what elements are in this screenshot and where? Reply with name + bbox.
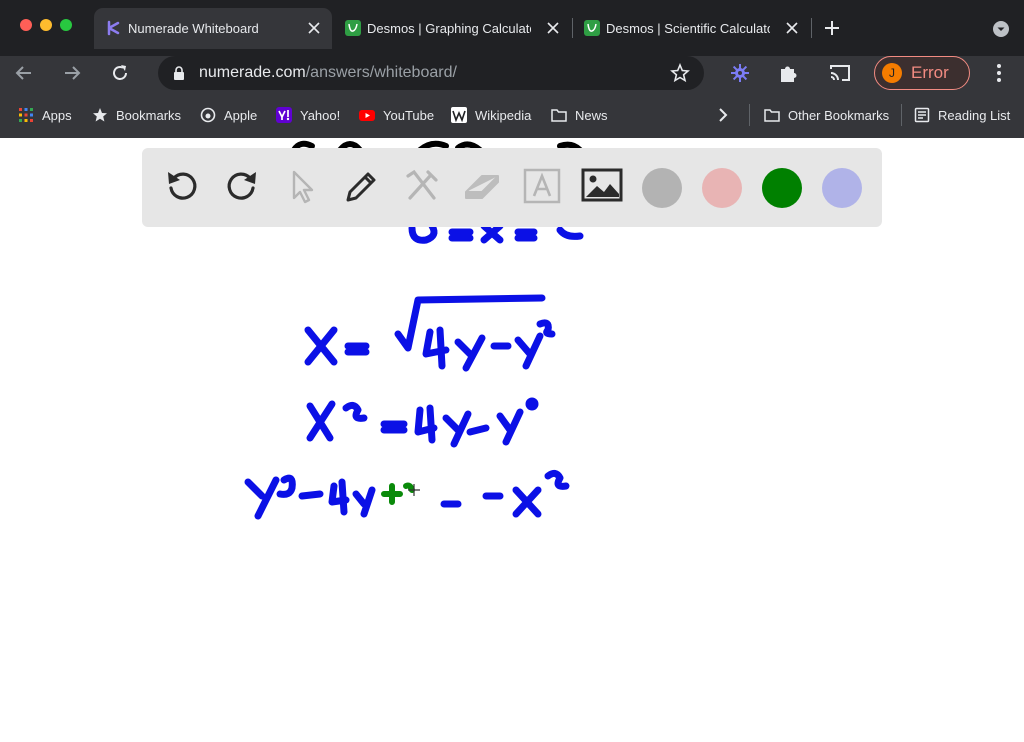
menu-kebab-icon[interactable] bbox=[992, 62, 1006, 84]
bookmark-apple[interactable]: Apple bbox=[200, 105, 257, 125]
apps-grid-icon bbox=[19, 108, 33, 122]
extension-gear-icon[interactable] bbox=[730, 63, 750, 83]
minimize-window-button[interactable] bbox=[40, 19, 52, 31]
bookmark-bookmarks[interactable]: Bookmarks bbox=[92, 105, 181, 125]
tab-label: Numerade Whiteboard bbox=[128, 21, 259, 36]
bookmark-divider bbox=[749, 104, 750, 126]
numerade-logo-icon bbox=[107, 20, 120, 36]
bookmark-yahoo[interactable]: Yahoo! bbox=[276, 105, 340, 125]
zoom-window-button[interactable] bbox=[60, 19, 72, 31]
bookmark-label: Bookmarks bbox=[116, 107, 182, 123]
bookmark-wikipedia[interactable]: Wikipedia bbox=[451, 105, 531, 125]
folder-icon bbox=[764, 109, 780, 122]
green-ink-strokes bbox=[381, 482, 415, 505]
eraser-icon[interactable] bbox=[460, 164, 504, 208]
profile-status-label: Error bbox=[911, 63, 949, 82]
profile-error-button[interactable]: J Error bbox=[874, 56, 970, 90]
reading-list[interactable]: Reading List bbox=[914, 105, 1010, 125]
lock-icon[interactable] bbox=[173, 66, 185, 80]
chevron-right-icon[interactable] bbox=[716, 107, 730, 123]
youtube-icon bbox=[359, 110, 375, 121]
undo-icon[interactable] bbox=[160, 164, 204, 208]
color-swatch-green[interactable] bbox=[762, 168, 802, 208]
back-icon[interactable] bbox=[13, 62, 35, 84]
whiteboard-canvas[interactable] bbox=[0, 138, 1024, 742]
new-tab-icon[interactable] bbox=[822, 18, 842, 38]
yahoo-icon bbox=[276, 107, 292, 123]
close-tab-icon[interactable] bbox=[304, 18, 324, 38]
bookmark-label: Apps bbox=[42, 107, 72, 123]
color-swatch-lavender[interactable] bbox=[822, 168, 862, 208]
url-domain: numerade.com bbox=[199, 64, 306, 81]
text-tool-icon[interactable] bbox=[520, 164, 564, 208]
bookmark-label: YouTube bbox=[383, 107, 435, 123]
apple-icon bbox=[200, 107, 216, 123]
cast-icon[interactable] bbox=[828, 62, 852, 84]
bookmark-divider bbox=[901, 104, 902, 126]
bookmark-label: News bbox=[575, 107, 608, 123]
address-bar[interactable]: numerade.com/answers/whiteboard/ bbox=[158, 56, 704, 90]
tab-divider bbox=[811, 18, 812, 38]
desmos-logo-icon bbox=[584, 20, 600, 36]
tab-numerade-whiteboard[interactable]: Numerade Whiteboard bbox=[94, 8, 332, 49]
tab-label: Desmos | Scientific Calculato bbox=[606, 21, 770, 36]
pen-icon[interactable] bbox=[340, 164, 384, 208]
other-bookmarks[interactable]: Other Bookmarks bbox=[764, 105, 889, 125]
tools-icon[interactable] bbox=[400, 164, 444, 208]
bookmark-apps[interactable]: Apps bbox=[18, 105, 72, 125]
bookmark-label: Apple bbox=[224, 107, 258, 123]
forward-icon[interactable] bbox=[61, 62, 83, 84]
bookmark-star-icon[interactable] bbox=[670, 63, 690, 83]
avatar: J bbox=[882, 63, 902, 83]
bookmark-label: Yahoo! bbox=[300, 107, 341, 123]
url-text[interactable]: numerade.com/answers/whiteboard/ bbox=[199, 64, 457, 82]
color-swatch-pink[interactable] bbox=[702, 168, 742, 208]
close-tab-icon[interactable] bbox=[543, 18, 563, 38]
redo-icon[interactable] bbox=[220, 164, 264, 208]
close-window-button[interactable] bbox=[20, 19, 32, 31]
tab-search-icon[interactable] bbox=[992, 20, 1010, 38]
reading-list-label: Reading List bbox=[938, 107, 1011, 123]
image-icon[interactable] bbox=[580, 164, 624, 208]
extensions-puzzle-icon[interactable] bbox=[777, 62, 799, 84]
browser-chrome: Numerade Whiteboard Desmos | Graphing Ca… bbox=[0, 0, 1024, 138]
close-tab-icon[interactable] bbox=[782, 18, 802, 38]
wikipedia-icon bbox=[451, 107, 467, 123]
bookmark-youtube[interactable]: YouTube bbox=[359, 105, 434, 125]
blue-ink-strokes bbox=[244, 222, 584, 520]
color-swatch-gray[interactable] bbox=[642, 168, 682, 208]
bookmark-label: Wikipedia bbox=[475, 107, 532, 123]
tab-desmos-scientific[interactable]: Desmos | Scientific Calculato bbox=[572, 8, 810, 49]
tab-desmos-graphing[interactable]: Desmos | Graphing Calculato bbox=[333, 8, 571, 49]
bookmark-news[interactable]: News bbox=[551, 105, 608, 125]
tab-strip: Numerade Whiteboard Desmos | Graphing Ca… bbox=[0, 0, 1024, 56]
other-bookmarks-label: Other Bookmarks bbox=[788, 107, 890, 123]
reload-icon[interactable] bbox=[109, 62, 131, 84]
tab-label: Desmos | Graphing Calculato bbox=[367, 21, 531, 36]
url-path: /answers/whiteboard/ bbox=[305, 64, 457, 81]
reading-list-icon bbox=[914, 107, 930, 123]
select-pointer-icon[interactable] bbox=[280, 164, 324, 208]
star-icon bbox=[93, 108, 107, 122]
folder-icon bbox=[551, 109, 567, 122]
desmos-logo-icon bbox=[345, 20, 361, 36]
